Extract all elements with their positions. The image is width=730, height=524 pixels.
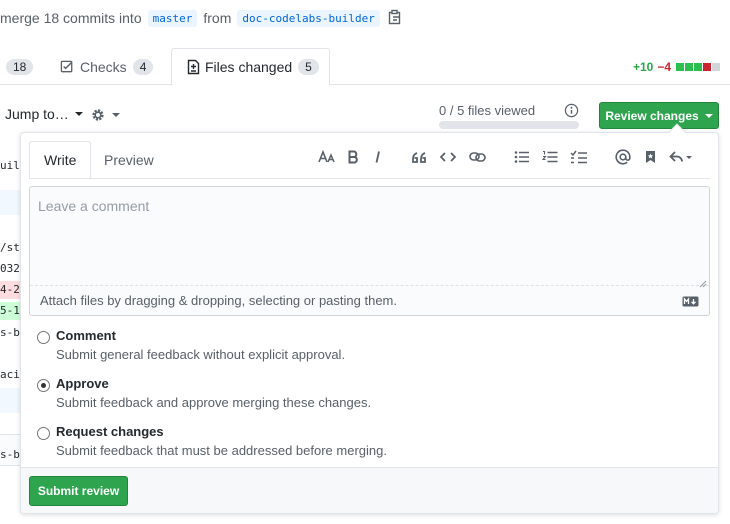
request-changes-radio[interactable]: [37, 427, 50, 440]
quote-icon[interactable]: [410, 147, 428, 167]
background-diff-fragment: s-bu: [0, 326, 20, 339]
comment-radio[interactable]: [37, 331, 50, 344]
background-diff-fragment: 5-16: [0, 302, 20, 320]
chevron-down-icon: [704, 113, 713, 118]
file-diff-icon: [187, 59, 200, 75]
files-viewed-bar: [439, 121, 579, 129]
pr-merge-summary: merge 18 commits into master from doc-co…: [0, 8, 402, 28]
resize-handle-icon[interactable]: [699, 275, 707, 288]
markdown-icon[interactable]: [682, 294, 699, 310]
jump-to-label: Jump to…: [5, 106, 69, 122]
option-description: Submit feedback that must be addressed b…: [56, 443, 387, 458]
link-icon[interactable]: [468, 147, 486, 167]
option-description: Submit feedback and approve merging thes…: [56, 395, 372, 410]
chevron-down-icon: [74, 112, 83, 116]
editor-divider: [29, 178, 710, 179]
background-diff-row: [0, 190, 20, 215]
review-popover: Write Preview Leave a comment Attach fil…: [20, 123, 719, 514]
checks-icon: [60, 59, 75, 74]
base-branch-label[interactable]: master: [147, 9, 198, 27]
deletions-count: −4: [657, 60, 671, 74]
option-title: Comment: [56, 328, 116, 343]
diffstat-square: [712, 63, 720, 71]
submit-review-button[interactable]: Submit review: [29, 476, 128, 506]
reply-icon[interactable]: [667, 147, 695, 167]
bold-icon[interactable]: [345, 147, 361, 167]
diffstat-square: [703, 63, 711, 71]
popover-footer: Submit review: [21, 467, 718, 513]
additions-count: +10: [632, 60, 654, 74]
files-count-badge: 5: [298, 59, 319, 75]
head-branch-label[interactable]: doc-codelabs-builder: [237, 9, 380, 27]
background-diff-fragment: uil: [0, 159, 20, 172]
background-diff-fragment: 4-23: [0, 281, 20, 299]
conversation-count-badge: 18: [6, 58, 34, 75]
chevron-down-icon: [112, 113, 120, 117]
mention-icon[interactable]: [614, 147, 632, 167]
files-viewed-text: 0 / 5 files viewed: [439, 103, 536, 118]
files-changed-label: Files changed: [205, 59, 293, 75]
from-text: from: [203, 10, 232, 26]
tab-preview[interactable]: Preview: [90, 141, 168, 178]
files-viewed-progress: 0 / 5 files viewed: [439, 103, 579, 129]
approve-radio[interactable]: [37, 379, 50, 392]
option-title: Approve: [56, 376, 109, 391]
editor-tabs: Write Preview: [29, 141, 710, 179]
info-icon[interactable]: [564, 103, 579, 121]
clipboard-copy-icon[interactable]: [388, 9, 402, 28]
checks-count-badge: 4: [132, 58, 154, 75]
background-diff-fragment: 0327: [0, 262, 20, 275]
bookmark-icon[interactable]: [642, 147, 658, 167]
merge-summary-text: merge 18 commits into: [0, 10, 142, 26]
background-diff-fragment: s-b: [0, 448, 20, 461]
option-description: Submit general feedback without explicit…: [56, 347, 346, 362]
background-diff-fragment: acio: [0, 368, 20, 381]
checks-label: Checks: [80, 58, 127, 75]
diffstat-square: [685, 63, 693, 71]
italic-icon[interactable]: [371, 147, 385, 167]
jump-to-menu[interactable]: Jump to…: [5, 106, 83, 122]
diffstat-square: [694, 63, 702, 71]
comment-textarea[interactable]: Leave a comment: [30, 187, 709, 286]
comment-box: Leave a comment Attach files by dragging…: [29, 186, 710, 316]
diffstat-squares: [675, 60, 720, 74]
tab-files-changed[interactable]: Files changed 5: [171, 48, 330, 86]
task-list-icon[interactable]: [569, 147, 589, 167]
numbered-list-icon[interactable]: [541, 147, 559, 167]
tab-write[interactable]: Write: [29, 141, 92, 179]
tab-checks[interactable]: Checks 4: [60, 48, 154, 85]
review-changes-button[interactable]: Review changes: [599, 102, 719, 129]
attach-files-hint[interactable]: Attach files by dragging & dropping, sel…: [40, 293, 397, 308]
code-icon[interactable]: [439, 147, 457, 167]
tab-conversation[interactable]: 18: [0, 48, 34, 85]
option-title: Request changes: [56, 424, 164, 439]
gear-icon: [90, 107, 106, 123]
diffstat-square: [676, 63, 684, 71]
pr-tabs: 18 Checks 4 Files changed 5: [0, 48, 730, 86]
review-changes-label: Review changes: [605, 108, 699, 123]
background-diff-fragment: /sto: [0, 241, 20, 254]
diff-settings-button[interactable]: [90, 107, 120, 123]
bulleted-list-icon[interactable]: [513, 147, 531, 167]
background-diff-row: [0, 388, 20, 413]
text-size-icon[interactable]: [317, 147, 337, 167]
diffstat: +10 −4: [633, 60, 720, 74]
